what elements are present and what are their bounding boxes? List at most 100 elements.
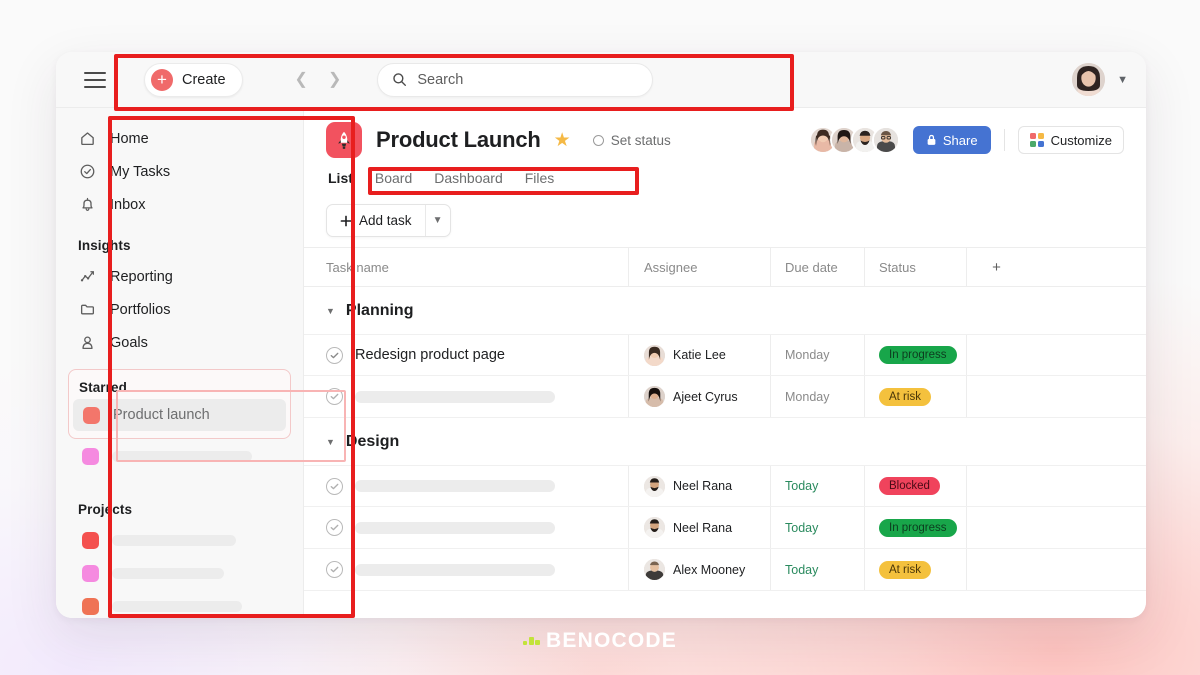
assignee-name: Katie Lee: [673, 348, 726, 362]
nav-arrows: ❮ ❯: [295, 71, 342, 88]
table-row[interactable]: Alex Mooney Today At risk: [304, 549, 1146, 591]
add-task-button[interactable]: Add task: [327, 205, 425, 236]
member-avatars[interactable]: [808, 126, 900, 154]
star-icon[interactable]: ★: [554, 131, 571, 150]
grid-icon: [1029, 133, 1044, 147]
avatar[interactable]: [1072, 63, 1106, 96]
sidebar-item-home[interactable]: Home: [68, 122, 291, 155]
due-date-cell[interactable]: Today: [770, 549, 864, 590]
sidebar-project-redacted[interactable]: [72, 557, 287, 589]
add-task-dropdown[interactable]: ▼: [424, 205, 450, 236]
check-circle-icon: [78, 162, 97, 181]
due-date: Today: [785, 562, 819, 577]
sidebar-project-redacted[interactable]: [72, 524, 287, 556]
assignee-cell[interactable]: Katie Lee: [628, 335, 770, 375]
add-column-button[interactable]: +: [966, 248, 1026, 286]
tab-dashboard[interactable]: Dashboard: [434, 170, 503, 193]
sidebar-item-inbox[interactable]: Inbox: [68, 188, 291, 221]
caret-down-icon[interactable]: ▼: [326, 437, 335, 447]
assignee-cell[interactable]: Neel Rana: [628, 507, 770, 548]
status-cell[interactable]: At risk: [864, 549, 966, 590]
tab-list[interactable]: List: [328, 170, 353, 193]
status-badge: In progress: [879, 346, 957, 364]
hamburger-icon[interactable]: [84, 71, 106, 88]
chevron-left-icon[interactable]: ❮: [295, 71, 308, 88]
plus-icon: +: [992, 258, 1001, 276]
due-date-cell[interactable]: Today: [770, 466, 864, 506]
task-name-cell[interactable]: [304, 507, 628, 548]
sidebar-item-my-tasks[interactable]: My Tasks: [68, 155, 291, 188]
status-ring-icon: [592, 134, 604, 146]
chevron-down-icon[interactable]: ▼: [1117, 74, 1128, 86]
plus-icon: +: [151, 68, 173, 91]
sidebar-item-reporting[interactable]: Reporting: [68, 260, 291, 293]
task-name-cell[interactable]: [304, 466, 628, 506]
sidebar-item-label: Home: [110, 130, 149, 147]
row-extra-cell: [966, 466, 1026, 506]
complete-task-checkbox[interactable]: [326, 388, 343, 405]
task-group-name: Planning: [345, 301, 414, 319]
table-row[interactable]: Neel Rana Today In progress: [304, 507, 1146, 549]
status-cell[interactable]: In progress: [864, 335, 966, 375]
task-name-cell[interactable]: [304, 376, 628, 417]
complete-task-checkbox[interactable]: [326, 346, 343, 364]
assignee-cell[interactable]: Alex Mooney: [628, 549, 770, 590]
app-window: + Create ❮ ❯ Search ▼ Home My Tasks Inbo…: [56, 52, 1146, 618]
sidebar-section-starred: Starred: [79, 380, 127, 395]
complete-task-checkbox[interactable]: [326, 561, 343, 578]
redacted-task-name: [355, 563, 555, 576]
share-button[interactable]: Share: [912, 126, 991, 154]
avatar: [644, 559, 665, 580]
sidebar-project-product-launch[interactable]: Product launch: [73, 399, 286, 431]
share-button-label: Share: [942, 132, 978, 148]
assignee-name: Ajeet Cyrus: [673, 389, 738, 404]
tab-files[interactable]: Files: [525, 170, 555, 193]
divider: [1003, 129, 1005, 151]
complete-task-checkbox[interactable]: [326, 477, 343, 495]
sidebar-project-redacted[interactable]: [72, 440, 287, 472]
lock-icon: [927, 134, 936, 145]
status-cell[interactable]: In progress: [864, 507, 966, 548]
due-date-cell[interactable]: Today: [770, 507, 864, 548]
create-button[interactable]: + Create: [144, 62, 243, 97]
assignee-cell[interactable]: Ajeet Cyrus: [628, 376, 770, 417]
table-row[interactable]: Redesign product page Katie Lee Monday I…: [304, 334, 1146, 376]
due-date-cell[interactable]: Monday: [770, 376, 864, 417]
status-badge: At risk: [879, 387, 931, 406]
sidebar-item-portfolios[interactable]: Portfolios: [68, 293, 291, 326]
status-cell[interactable]: At risk: [864, 376, 966, 417]
avatar[interactable]: [871, 126, 900, 154]
watermark: BENOCODE: [0, 629, 1200, 653]
task-name-cell[interactable]: [304, 549, 628, 590]
table-row[interactable]: Ajeet Cyrus Monday At risk: [304, 376, 1146, 418]
status-cell[interactable]: Blocked: [864, 466, 966, 506]
project-color-swatch: [82, 531, 99, 549]
sidebar-item-goals[interactable]: Goals: [68, 326, 291, 359]
benocode-logo-icon: [523, 637, 541, 645]
set-status-button[interactable]: Set status: [592, 132, 671, 148]
sidebar-section-insights: Insights: [78, 238, 131, 253]
customize-button[interactable]: Customize: [1017, 126, 1124, 154]
table-row[interactable]: Neel Rana Today Blocked: [304, 465, 1146, 507]
customize-button-label: Customize: [1050, 132, 1112, 148]
task-name-cell[interactable]: Redesign product page: [304, 335, 628, 375]
task-group-header[interactable]: ▼ Planning: [304, 287, 1146, 334]
tab-board[interactable]: Board: [375, 170, 412, 193]
rocket-icon: [326, 122, 362, 158]
set-status-label: Set status: [610, 132, 671, 148]
add-task-button-group: Add task ▼: [326, 204, 451, 237]
task-group-header[interactable]: ▼ Design: [304, 418, 1146, 465]
due-date: Monday: [785, 348, 830, 362]
complete-task-checkbox[interactable]: [326, 519, 343, 536]
due-date-cell[interactable]: Monday: [770, 335, 864, 375]
due-date: Today: [785, 520, 819, 535]
assignee-cell[interactable]: Neel Rana: [628, 466, 770, 506]
caret-down-icon[interactable]: ▼: [326, 306, 335, 316]
search-input[interactable]: Search: [377, 62, 654, 97]
view-tabs: List Board Dashboard Files: [326, 170, 1124, 193]
top-bar-right: ▼: [1072, 63, 1128, 96]
chevron-right-icon[interactable]: ❯: [328, 71, 341, 88]
sidebar-project-redacted[interactable]: [72, 590, 287, 618]
sidebar-item-label: Inbox: [110, 196, 146, 213]
column-header-status: Status: [864, 248, 966, 286]
